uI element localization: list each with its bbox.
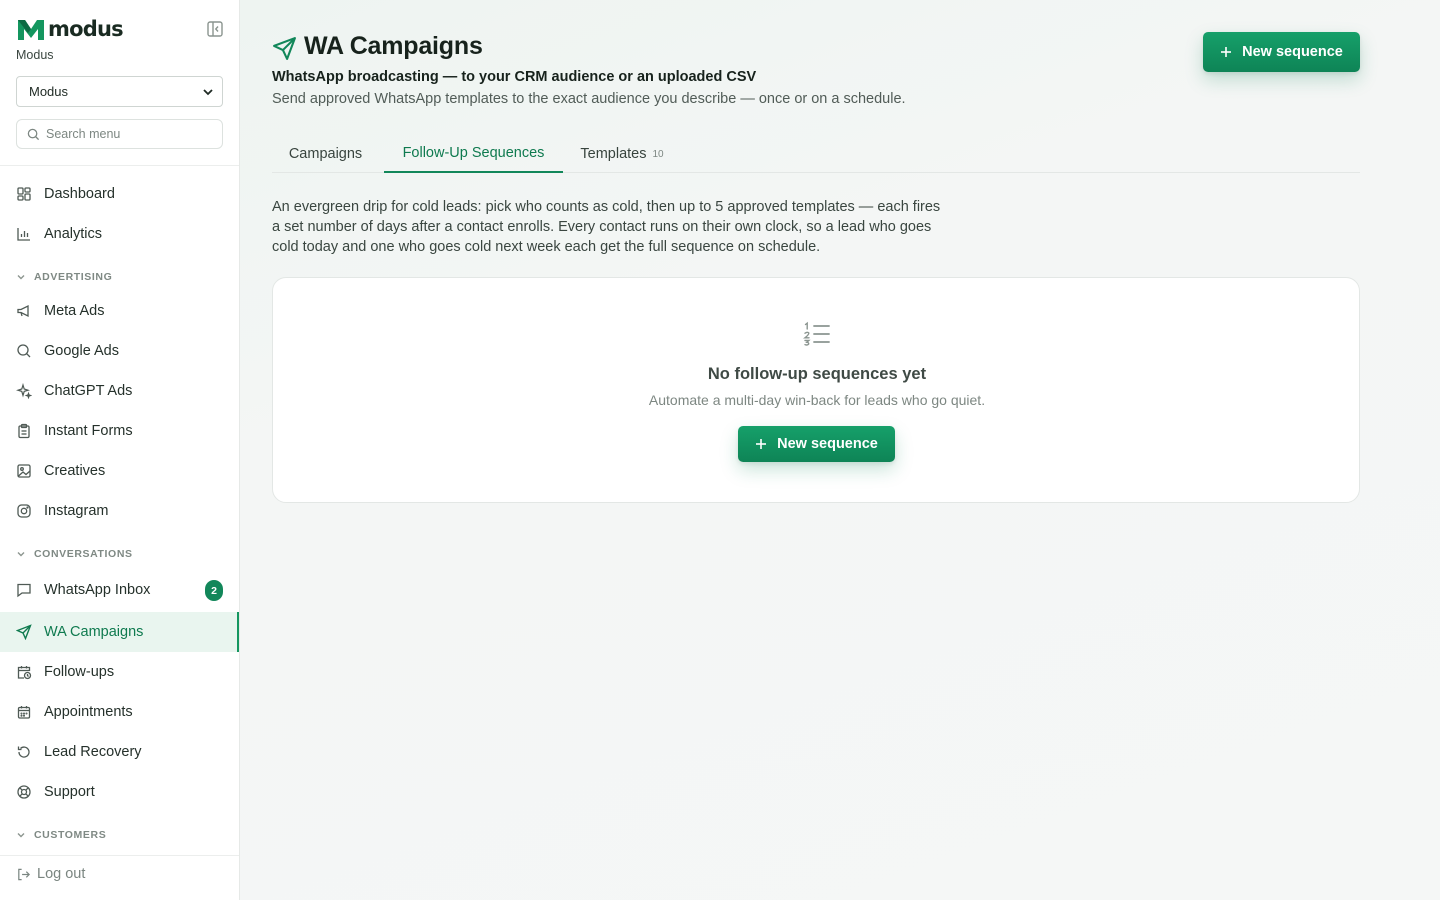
chevron-down-icon [203, 88, 213, 95]
org-select-value: Modus [29, 84, 69, 99]
section-label: ADVERTISING [34, 271, 113, 283]
logout-label: Log out [37, 866, 86, 882]
button-label: New sequence [1242, 44, 1343, 60]
instagram-icon [17, 504, 31, 518]
empty-new-sequence-button[interactable]: New sequence [738, 426, 895, 462]
empty-state-description: Automate a multi-day win-back for leads … [648, 392, 986, 408]
sequences-intro: An evergreen drip for cold leads: pick w… [272, 199, 941, 255]
sidebar-item-label: Creatives [44, 463, 106, 479]
tab-bar: Campaigns Follow-Up Sequences Templates … [272, 134, 1360, 173]
page-description: Send approved WhatsApp templates to the … [272, 91, 906, 107]
sidebar-item-label: Analytics [44, 226, 103, 242]
section-advertising[interactable]: ADVERTISING [16, 271, 112, 283]
sidebar-item-support[interactable]: Support [0, 772, 239, 812]
section-customers[interactable]: CUSTOMERS [16, 829, 106, 841]
sidebar-item-creatives[interactable]: Creatives [0, 451, 239, 491]
page-subtitle: WhatsApp broadcasting — to your CRM audi… [272, 69, 757, 85]
sidebar-item-instant-forms[interactable]: Instant Forms [0, 411, 239, 451]
sidebar-item-whatsapp-inbox[interactable]: WhatsApp Inbox 2 [0, 570, 239, 610]
page-title: WA Campaigns [304, 32, 483, 60]
clipboard-icon [18, 423, 30, 439]
tab-label: Templates [580, 145, 647, 162]
search-icon [27, 128, 40, 140]
send-icon [16, 624, 32, 640]
logout-button[interactable]: Log out [16, 866, 85, 882]
section-conversations[interactable]: CONVERSATIONS [16, 548, 133, 560]
brand-logo[interactable]: modus [16, 16, 124, 42]
unread-badge: 2 [205, 580, 223, 601]
modus-logo-icon [18, 20, 44, 40]
sidebar-item-wa-campaigns[interactable]: WA Campaigns [0, 612, 239, 652]
search-icon [17, 344, 31, 358]
sidebar-item-label: Google Ads [44, 343, 119, 359]
main-content: WA Campaigns WhatsApp broadcasting — to … [240, 0, 1440, 900]
empty-state-title: No follow-up sequences yet [707, 365, 927, 383]
sidebar-item-google-ads[interactable]: Google Ads [0, 331, 239, 371]
chevron-down-icon [17, 833, 25, 838]
message-square-icon [17, 583, 31, 598]
sidebar-item-label: Meta Ads [44, 303, 105, 319]
image-icon [17, 464, 31, 478]
sidebar-item-meta-ads[interactable]: Meta Ads [0, 291, 239, 331]
new-sequence-button[interactable]: New sequence [1203, 32, 1360, 72]
life-buoy-icon [17, 785, 31, 799]
button-label: New sequence [777, 436, 878, 452]
org-name: Modus [16, 48, 54, 62]
sidebar-divider [0, 165, 239, 166]
sidebar-footer-divider [0, 855, 239, 856]
tab-label: Follow-Up Sequences [402, 144, 545, 161]
sidebar-collapse-icon[interactable] [206, 20, 224, 38]
templates-count-badge: 10 [652, 149, 664, 160]
rotate-ccw-icon [17, 746, 30, 758]
megaphone-icon [17, 304, 29, 318]
brand-name: modus [48, 17, 124, 41]
sidebar-item-label: ChatGPT Ads [44, 383, 133, 399]
tab-campaigns[interactable]: Campaigns [272, 134, 379, 173]
sidebar-item-label: Instant Forms [44, 423, 133, 439]
sparkles-icon [16, 383, 32, 399]
sidebar-item-lead-recovery[interactable]: Lead Recovery [0, 732, 239, 772]
sidebar-item-chatgpt-ads[interactable]: ChatGPT Ads [0, 371, 239, 411]
sidebar-item-label: Appointments [44, 704, 133, 720]
sidebar-item-label: Instagram [44, 503, 109, 519]
sidebar-item-dashboard[interactable]: Dashboard [0, 174, 239, 214]
bar-chart-icon [17, 228, 30, 241]
sidebar-item-label: Follow-ups [44, 664, 115, 680]
dashboard-icon [17, 187, 31, 201]
numbered-list-icon [803, 321, 830, 346]
org-select[interactable]: Modus [16, 76, 223, 107]
chevron-down-icon [17, 552, 25, 557]
sidebar-item-label: Dashboard [44, 186, 115, 202]
plus-icon [756, 439, 767, 449]
chevron-down-icon [17, 275, 25, 280]
send-icon [273, 37, 296, 60]
sidebar-item-appointments[interactable]: Appointments [0, 692, 239, 732]
sidebar-item-label: Lead Recovery [44, 744, 142, 760]
tab-templates[interactable]: Templates 10 [568, 134, 676, 173]
sidebar-item-analytics[interactable]: Analytics [0, 214, 239, 254]
sidebar-item-follow-ups[interactable]: Follow-ups [0, 652, 239, 692]
search-placeholder: Search menu [46, 127, 121, 141]
log-out-icon [18, 868, 30, 880]
section-label: CUSTOMERS [34, 829, 107, 841]
empty-state-card: No follow-up sequences yet Automate a mu… [272, 277, 1360, 503]
calendar-icon [17, 706, 31, 719]
calendar-clock-icon [17, 666, 32, 680]
section-label: CONVERSATIONS [34, 548, 133, 560]
tab-follow-up-sequences[interactable]: Follow-Up Sequences [384, 134, 563, 173]
search-menu-input[interactable]: Search menu [16, 119, 223, 149]
sidebar-item-label: WhatsApp Inbox [44, 582, 151, 598]
sidebar-item-label: Support [44, 784, 95, 800]
sidebar: modus Modus Modus Search menu Dashboard … [0, 0, 240, 900]
tab-label: Campaigns [288, 145, 363, 162]
sidebar-item-instagram[interactable]: Instagram [0, 491, 239, 531]
plus-icon [1221, 47, 1232, 57]
sidebar-item-label: WA Campaigns [44, 624, 144, 640]
